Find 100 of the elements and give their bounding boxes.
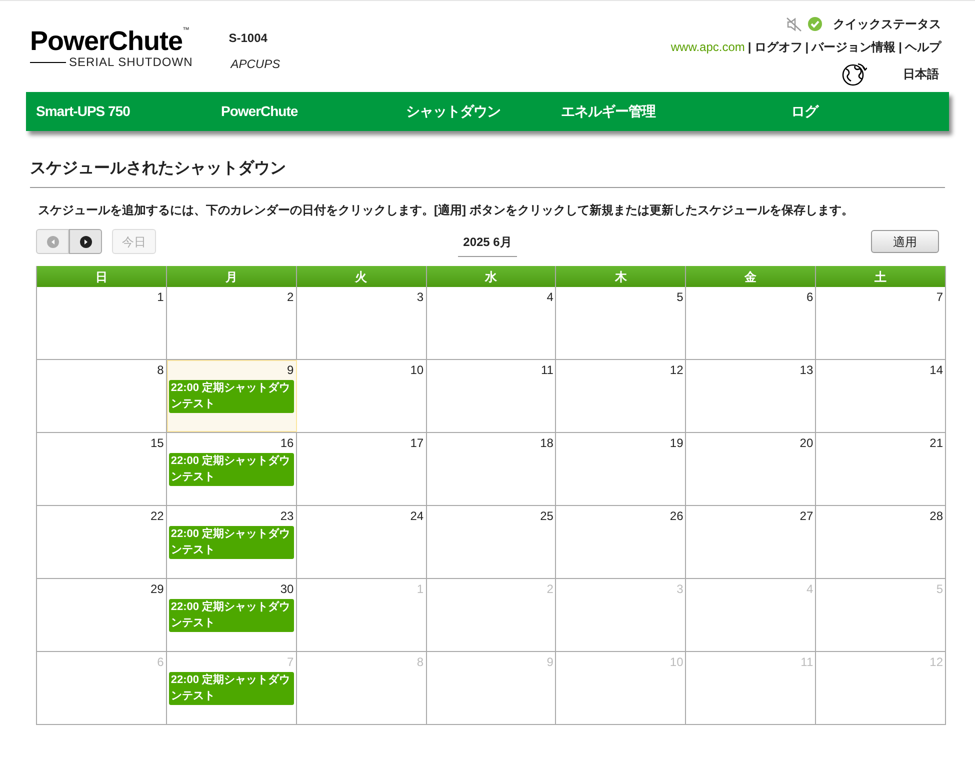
nav-item[interactable]: ログ [791, 101, 891, 122]
day-number: 12 [930, 654, 943, 671]
day-number: 13 [800, 362, 814, 379]
language-selector[interactable]: 日本語 [903, 65, 941, 83]
day-number: 14 [930, 362, 943, 379]
day-number: 30 [280, 581, 294, 598]
day-cell[interactable]: 30 22:00 定期シャットダウンテスト [166, 579, 297, 651]
day-number: 12 [670, 362, 684, 379]
link-separator: | [805, 39, 809, 56]
day-number: 3 [676, 581, 684, 598]
day-number: 15 [150, 435, 164, 452]
day-number: 8 [416, 654, 424, 671]
day-cell[interactable]: 13 [686, 360, 816, 432]
logo-subtitle: SERIAL SHUTDOWN [69, 55, 193, 69]
day-number: 6 [157, 654, 164, 671]
day-number: 9 [546, 654, 554, 671]
weekday-header: 金 [686, 266, 816, 287]
device-name: APCUPS [229, 56, 280, 73]
day-number: 8 [157, 362, 164, 379]
link-separator: | [898, 39, 902, 56]
day-number: 5 [936, 581, 943, 598]
apply-button[interactable]: 適用 [870, 230, 939, 253]
day-number: 21 [930, 435, 943, 452]
day-number: 9 [287, 362, 294, 379]
header-link[interactable]: ヘルプ [905, 38, 941, 56]
day-cell[interactable]: 4 [426, 287, 556, 359]
day-cell[interactable]: 2 [166, 287, 297, 359]
globe-icon[interactable] [841, 61, 867, 87]
day-cell[interactable]: 18 [426, 433, 556, 505]
day-number: 1 [157, 289, 164, 306]
day-cell[interactable]: 7 [816, 287, 946, 359]
header-link[interactable]: ログオフ [754, 38, 802, 56]
day-number: 6 [806, 289, 814, 306]
quick-status-link[interactable]: クイックステータス [833, 15, 941, 33]
day-number: 2 [287, 289, 294, 306]
day-cell[interactable]: 25 [426, 506, 556, 578]
day-cell[interactable]: 22 [37, 506, 167, 578]
day-number: 29 [150, 581, 164, 598]
day-number: 7 [287, 654, 294, 671]
day-number: 7 [936, 289, 943, 306]
day-cell[interactable]: 1 [37, 287, 167, 359]
nav-item[interactable]: PowerChute [221, 101, 406, 122]
day-number: 18 [540, 435, 554, 452]
muted-speaker-icon[interactable] [786, 16, 802, 32]
check-icon [808, 17, 822, 31]
weekday-header: 土 [816, 266, 946, 287]
day-number: 28 [930, 508, 943, 525]
day-number: 4 [806, 581, 814, 598]
logo-name: PowerChute [30, 27, 183, 55]
day-cell[interactable]: 9 22:00 定期シャットダウンテスト [166, 360, 297, 432]
day-cell[interactable]: 10 [296, 360, 427, 432]
day-number: 20 [800, 435, 814, 452]
day-number: 1 [416, 581, 424, 598]
day-number: 24 [410, 508, 424, 525]
day-number: 23 [280, 508, 294, 525]
month-title: 2025 6月 [458, 232, 517, 256]
day-cell[interactable]: 19 [556, 433, 686, 505]
day-number: 16 [280, 435, 294, 452]
day-cell[interactable]: 6 [686, 287, 816, 359]
day-cell[interactable]: 29 [37, 579, 167, 651]
day-number: 5 [676, 289, 684, 306]
day-cell[interactable]: 17 [296, 433, 427, 505]
day-cell[interactable]: 21 [816, 433, 946, 505]
next-month-button[interactable] [69, 229, 102, 254]
device-model: S-1004 [228, 30, 268, 47]
day-number: 17 [410, 435, 424, 452]
day-number: 11 [800, 654, 814, 671]
day-cell[interactable]: 16 22:00 定期シャットダウンテスト [166, 433, 297, 505]
day-cell[interactable]: 15 [37, 433, 167, 505]
page-title: スケジュールされたシャットダウン [30, 158, 287, 179]
nav-item[interactable]: シャットダウン [406, 101, 561, 122]
day-number: 26 [670, 508, 684, 525]
day-number: 10 [410, 362, 424, 379]
day-cell[interactable]: 20 [686, 433, 816, 505]
weekday-header: 木 [556, 266, 686, 287]
day-number: 19 [670, 435, 684, 452]
day-number: 22 [150, 508, 164, 525]
day-cell[interactable]: 23 22:00 定期シャットダウンテスト [166, 506, 297, 578]
link-separator: | [748, 39, 752, 56]
header-link[interactable]: バージョン情報 [812, 38, 896, 56]
nav-item[interactable]: Smart-UPS 750 [36, 101, 221, 122]
weekday-header: 火 [296, 266, 427, 287]
day-number: 4 [546, 289, 554, 306]
day-number: 2 [546, 581, 554, 598]
day-number: 11 [540, 362, 554, 379]
day-number: 3 [416, 289, 424, 306]
weekday-header: 日 [37, 266, 167, 287]
day-cell[interactable]: 26 [556, 506, 686, 578]
nav-item[interactable]: エネルギー管理 [561, 101, 791, 122]
day-cell[interactable]: 27 [686, 506, 816, 578]
day-number: 27 [800, 508, 814, 525]
day-cell[interactable]: 11 [426, 360, 556, 432]
day-cell[interactable]: 14 [816, 360, 946, 432]
day-number: 25 [540, 508, 554, 525]
day-cell[interactable]: 5 [556, 287, 686, 359]
day-cell[interactable]: 28 [816, 506, 946, 578]
day-cell[interactable]: 24 [296, 506, 427, 578]
day-cell[interactable]: 3 [296, 287, 427, 359]
weekday-header: 月 [166, 266, 297, 287]
day-cell[interactable]: 12 [556, 360, 686, 432]
